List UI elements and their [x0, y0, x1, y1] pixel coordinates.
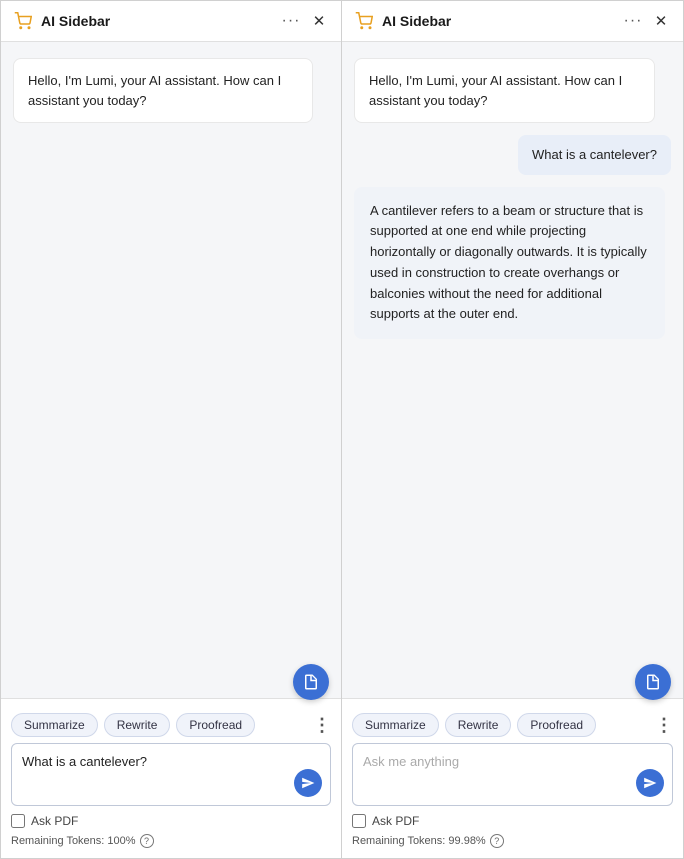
- left-chat-area: Hello, I'm Lumi, your AI assistant. How …: [1, 42, 341, 698]
- right-chat-area: Hello, I'm Lumi, your AI assistant. How …: [342, 42, 683, 698]
- right-ask-pdf-label: Ask PDF: [372, 814, 419, 828]
- right-input-area: [352, 743, 673, 806]
- left-ai-greeting: Hello, I'm Lumi, your AI assistant. How …: [13, 58, 313, 123]
- left-ask-pdf-label: Ask PDF: [31, 814, 78, 828]
- right-bottom-section: Summarize Rewrite Proofread ⋮ Ask PDF Re…: [342, 698, 683, 858]
- right-text-input[interactable]: [363, 752, 662, 792]
- right-chip-rewrite[interactable]: Rewrite: [445, 713, 512, 737]
- left-fab-button[interactable]: [293, 664, 329, 700]
- left-send-button[interactable]: [294, 769, 322, 797]
- right-ask-pdf-row: Ask PDF: [352, 812, 673, 832]
- right-fab-button[interactable]: [635, 664, 671, 700]
- right-action-chips: Summarize Rewrite Proofread ⋮: [352, 707, 673, 743]
- right-ai-greeting: Hello, I'm Lumi, your AI assistant. How …: [354, 58, 655, 123]
- right-help-icon[interactable]: ?: [490, 834, 504, 848]
- right-send-button[interactable]: [636, 769, 664, 797]
- left-panel-header: AI Sidebar ··· ✕: [1, 1, 341, 42]
- right-chip-proofread[interactable]: Proofread: [517, 713, 596, 737]
- left-more-chips-icon[interactable]: ⋮: [313, 716, 331, 734]
- left-panel-title: AI Sidebar: [41, 13, 273, 29]
- right-tokens-text: Remaining Tokens: 99.98%: [352, 835, 486, 847]
- left-panel: AI Sidebar ··· ✕ Hello, I'm Lumi, your A…: [0, 0, 342, 859]
- right-user-message: What is a cantelever?: [518, 135, 671, 175]
- left-chip-rewrite[interactable]: Rewrite: [104, 713, 171, 737]
- close-icon-left[interactable]: ✕: [309, 11, 329, 31]
- left-ask-pdf-checkbox[interactable]: [11, 814, 25, 828]
- left-tokens-text: Remaining Tokens: 100%: [11, 835, 136, 847]
- left-action-chips: Summarize Rewrite Proofread ⋮: [11, 707, 331, 743]
- left-bottom-section: Summarize Rewrite Proofread ⋮ What is a …: [1, 698, 341, 858]
- right-more-chips-icon[interactable]: ⋮: [655, 716, 673, 734]
- more-icon-left[interactable]: ···: [281, 11, 301, 31]
- right-ai-answer: A cantilever refers to a beam or structu…: [354, 187, 665, 340]
- left-help-icon[interactable]: ?: [140, 834, 154, 848]
- right-panel: AI Sidebar ··· ✕ Hello, I'm Lumi, your A…: [342, 0, 684, 859]
- right-panel-title: AI Sidebar: [382, 13, 615, 29]
- close-icon-right[interactable]: ✕: [651, 11, 671, 31]
- left-input-area: What is a cantelever?: [11, 743, 331, 806]
- left-chip-proofread[interactable]: Proofread: [176, 713, 255, 737]
- left-chip-summarize[interactable]: Summarize: [11, 713, 98, 737]
- right-chip-summarize[interactable]: Summarize: [352, 713, 439, 737]
- more-icon-right[interactable]: ···: [623, 11, 643, 31]
- right-ask-pdf-checkbox[interactable]: [352, 814, 366, 828]
- left-ask-pdf-row: Ask PDF: [11, 812, 331, 832]
- left-text-input[interactable]: What is a cantelever?: [22, 752, 320, 792]
- left-tokens-row: Remaining Tokens: 100% ?: [11, 832, 331, 852]
- right-cart-icon[interactable]: [354, 11, 374, 31]
- right-tokens-row: Remaining Tokens: 99.98% ?: [352, 832, 673, 852]
- right-panel-header: AI Sidebar ··· ✕: [342, 1, 683, 42]
- cart-icon[interactable]: [13, 11, 33, 31]
